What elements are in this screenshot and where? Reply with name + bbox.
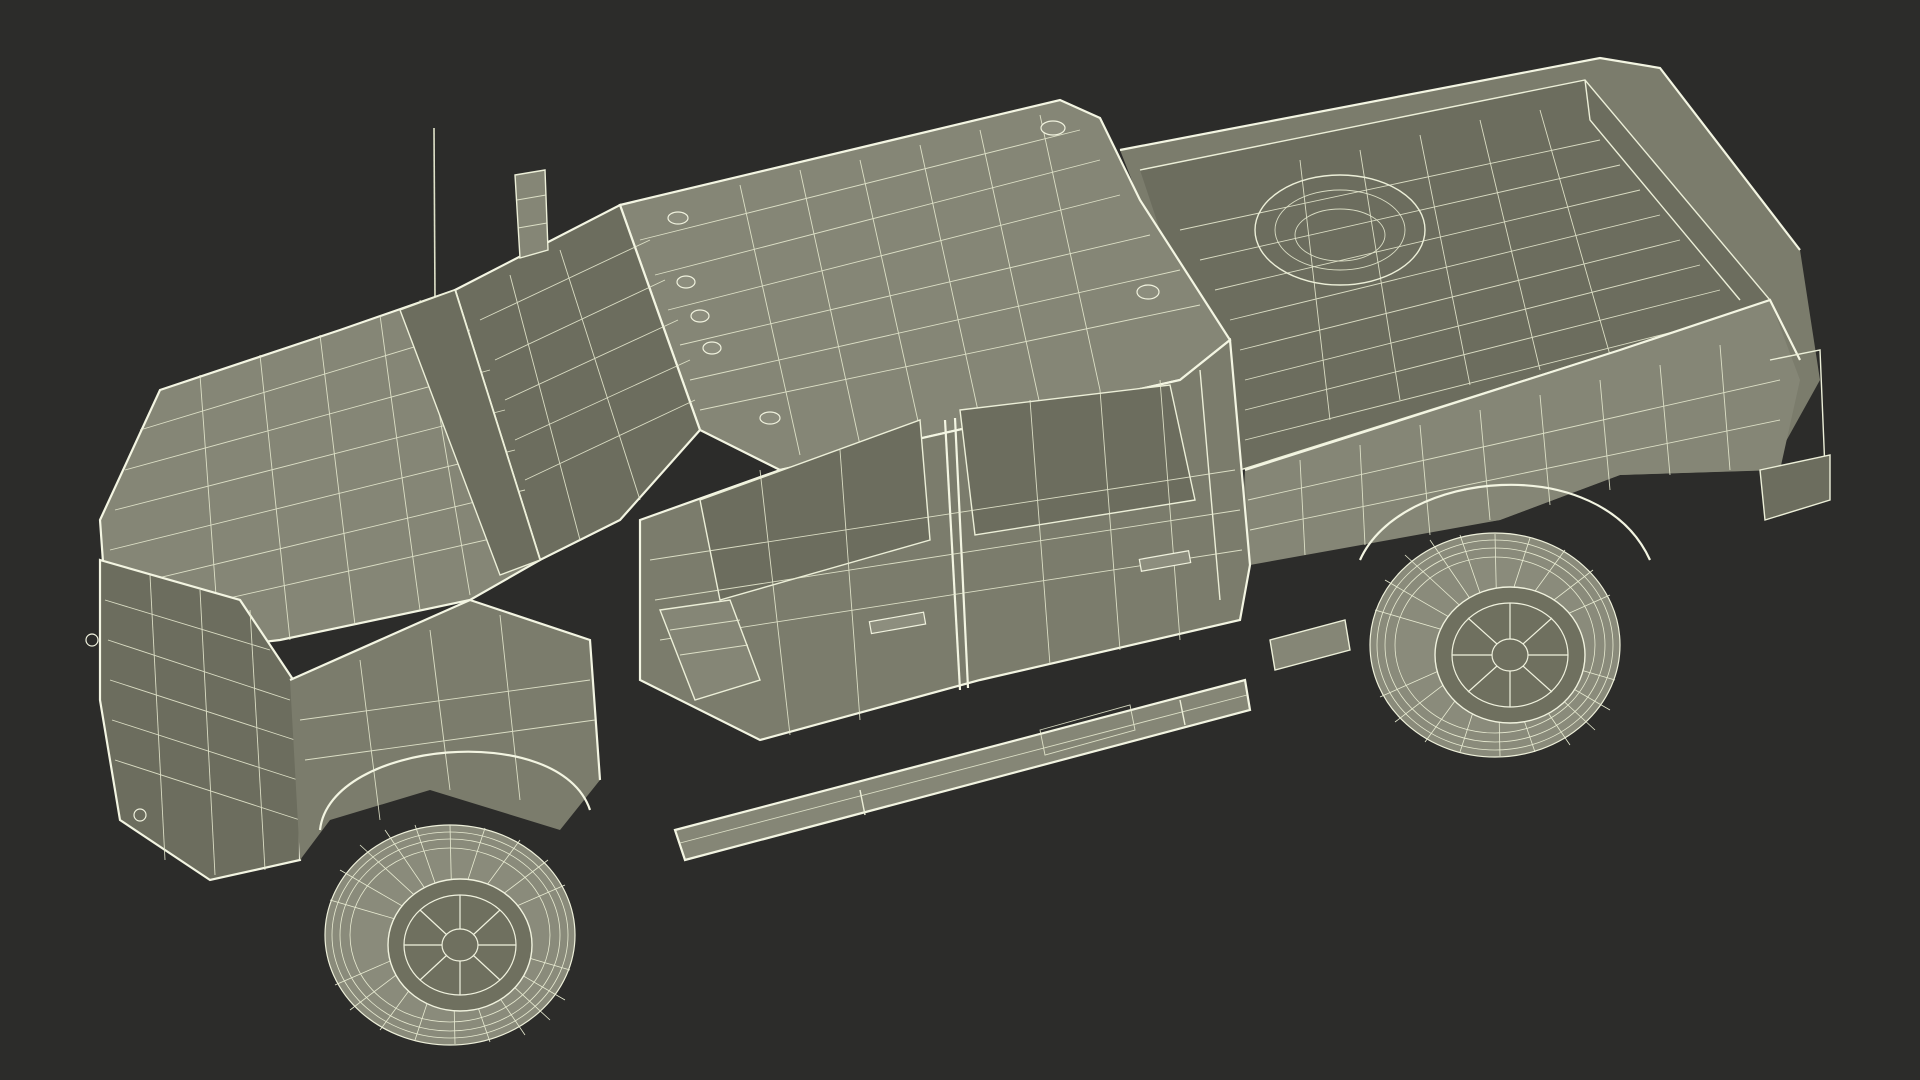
rear-wheel <box>1369 532 1621 758</box>
rear-step <box>1269 619 1351 671</box>
front-wheel <box>324 824 576 1046</box>
antenna <box>433 127 436 301</box>
truck-wireframe-render <box>85 56 1831 1046</box>
render-viewport <box>0 0 1920 1080</box>
front-fender <box>289 598 602 860</box>
